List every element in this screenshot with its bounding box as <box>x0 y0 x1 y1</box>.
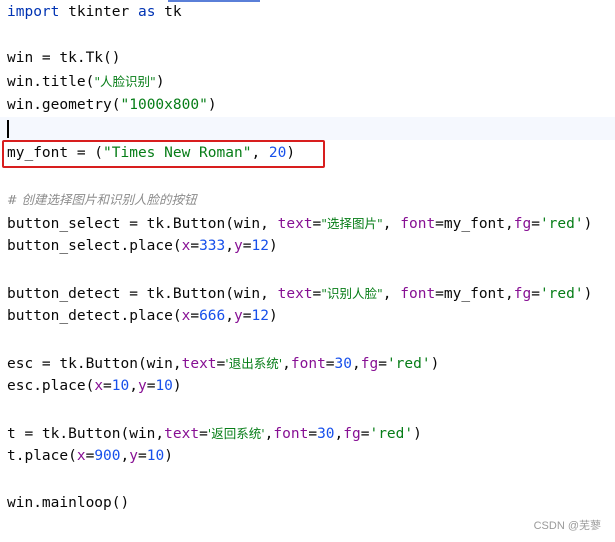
code-editor[interactable]: import tkinter as tk win = tk.Tk() win.t… <box>0 0 615 542</box>
code-line-button-select: button_select = tk.Button(win, text="选择图… <box>7 216 593 232</box>
text-caret <box>7 120 9 138</box>
code-line-detect-place: button_detect.place(x=666,y=12) <box>7 308 278 324</box>
code-line-esc-place: esc.place(x=10,y=10) <box>7 378 182 394</box>
code-line-import: import tkinter as tk <box>7 4 182 20</box>
code-line-win: win = tk.Tk() <box>7 50 121 66</box>
code-comment: # 创建选择图片和识别人脸的按钮 <box>7 192 197 207</box>
code-line-mainloop: win.mainloop() <box>7 495 130 511</box>
highlight-box <box>2 140 325 168</box>
code-line-t-place: t.place(x=900,y=10) <box>7 448 173 464</box>
code-line-title: win.title("人脸识别") <box>7 74 165 90</box>
code-line-button-detect: button_detect = tk.Button(win, text="识别人… <box>7 286 593 302</box>
code-line-t: t = tk.Button(win,text='返回系统',font=30,fg… <box>7 426 422 442</box>
selection-underline <box>168 0 260 2</box>
current-line-highlight <box>0 117 615 140</box>
watermark: CSDN @芜蓼 <box>533 520 601 532</box>
code-line-esc: esc = tk.Button(win,text='退出系统',font=30,… <box>7 356 440 372</box>
code-line-select-place: button_select.place(x=333,y=12) <box>7 238 278 254</box>
code-line-geometry: win.geometry("1000x800") <box>7 97 217 113</box>
